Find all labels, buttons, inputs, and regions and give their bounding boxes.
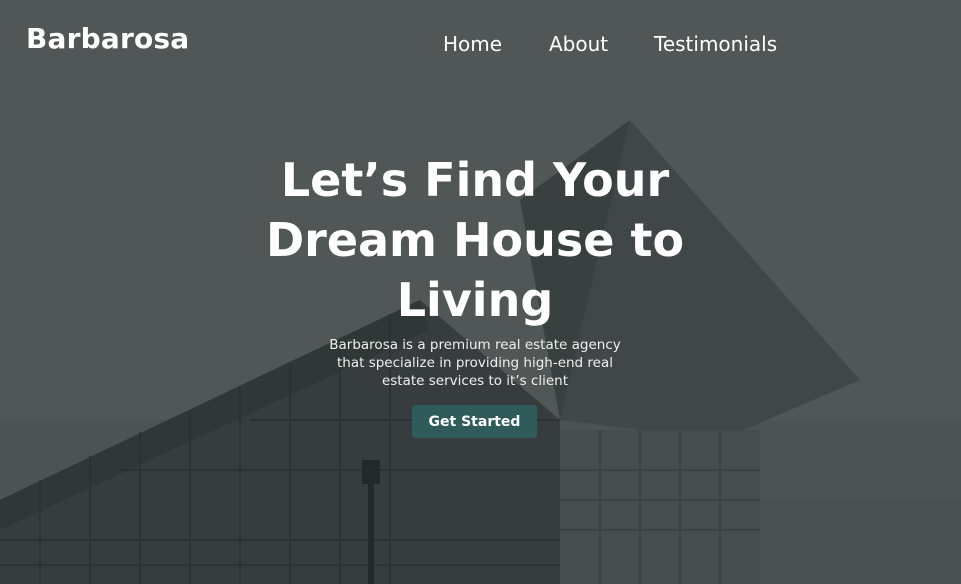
hero-subtitle: Barbarosa is a premium real estate agenc… xyxy=(329,337,621,389)
hero-headline: Let’s Find Your Dream House to Living xyxy=(265,153,685,327)
hero-section: Barbarosa Home About Testimonials Let’s … xyxy=(0,0,961,584)
get-started-button[interactable]: Get Started xyxy=(412,405,537,438)
brand-logo[interactable]: Barbarosa xyxy=(26,22,189,55)
nav-about-link[interactable]: About xyxy=(549,32,608,56)
nav-testimonials-link[interactable]: Testimonials xyxy=(654,32,777,56)
nav-home-link[interactable]: Home xyxy=(443,32,502,56)
